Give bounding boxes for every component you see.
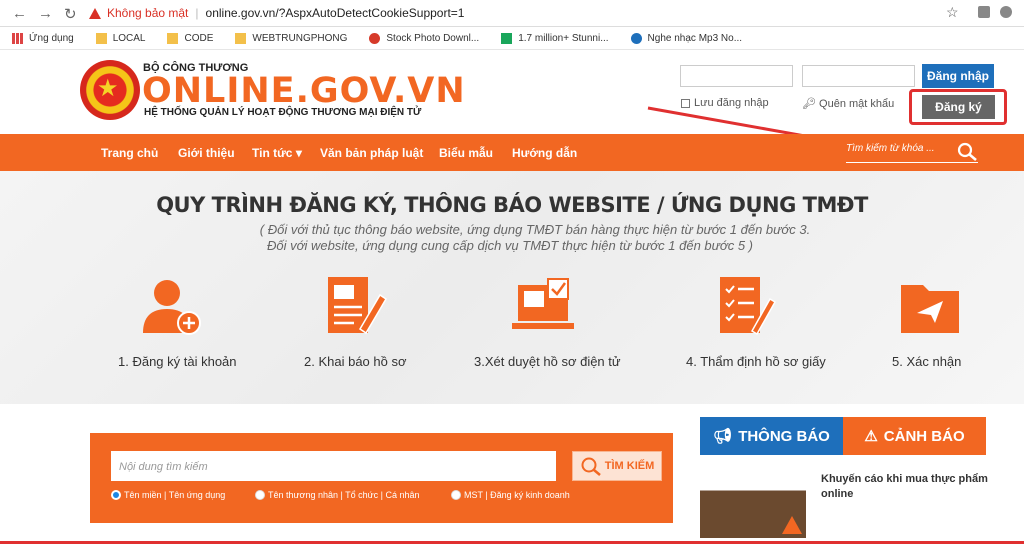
nav-item-home[interactable]: Trang chủ: [101, 146, 158, 160]
tab-notice[interactable]: 📢︎ THÔNG BÁO: [700, 417, 843, 455]
caret-down-icon: ▾: [292, 146, 302, 160]
apps-grid-icon: [12, 32, 23, 44]
warning-icon: ⚠: [864, 428, 878, 445]
step-5-label: 5. Xác nhận: [892, 354, 962, 369]
nav-item-about[interactable]: Giới thiệu: [178, 146, 235, 160]
search-option-domain[interactable]: Tên miền | Tên ứng dụng: [111, 490, 225, 500]
radio-selected[interactable]: [111, 490, 121, 500]
site-header: ★ BỘ CÔNG THƯƠNG ONLINE.GOV.VN HỆ THỐNG …: [0, 50, 1024, 156]
bookmark-item[interactable]: Nghe nhạc Mp3 No...: [630, 32, 742, 44]
step-3-label: 3.Xét duyệt hồ sơ điện tử: [474, 354, 621, 369]
login-button[interactable]: Đăng nhập: [922, 64, 994, 88]
news-thumbnail[interactable]: [700, 470, 806, 538]
nav-item-forms[interactable]: Biểu mẫu: [439, 146, 493, 160]
step-4-label: 4. Thẩm định hồ sơ giấy: [686, 354, 826, 369]
bookmark-item[interactable]: WEBTRUNGPHONG: [235, 32, 347, 44]
music-favicon-icon: [630, 32, 642, 44]
search-button[interactable]: TÌM KIẾM: [572, 451, 662, 481]
back-arrow-icon[interactable]: ←: [12, 5, 27, 22]
step-2-label: 2. Khai báo hồ sơ: [304, 354, 407, 369]
px-favicon-icon: [501, 32, 513, 44]
search-icon: [581, 457, 601, 476]
reload-icon[interactable]: ↻: [64, 5, 77, 23]
nav-item-news[interactable]: Tin tức ▾: [252, 146, 302, 160]
folder-icon: [167, 32, 179, 44]
tab-warning[interactable]: ⚠ CẢNH BÁO: [843, 417, 986, 455]
main-navbar: Trang chủ Giới thiệu Tin tức ▾ Văn bản p…: [0, 134, 1024, 171]
process-title: QUY TRÌNH ĐĂNG KÝ, THÔNG BÁO WEBSITE / Ứ…: [156, 193, 868, 217]
user-add-icon: [143, 280, 201, 335]
url-text: online.gov.vn/?AspxAutoDetectCookieSuppo…: [205, 6, 465, 20]
search-icon[interactable]: [957, 142, 979, 162]
password-input[interactable]: [802, 65, 915, 87]
annotation-highlight-box: [909, 89, 1007, 125]
laptop-check-icon: [512, 278, 574, 329]
bookmark-item[interactable]: Stock Photo Downl...: [369, 32, 479, 44]
search-option-trader[interactable]: Tên thương nhân | Tổ chức | Cá nhân: [255, 490, 420, 500]
process-note-line1: ( Đối với thủ tục thông báo website, ứng…: [259, 222, 811, 237]
search-input[interactable]: Nội dung tìm kiếm: [111, 451, 556, 481]
process-note-line2: Đối với website, ứng dụng cung cấp dịch …: [266, 238, 754, 253]
username-input[interactable]: [680, 65, 793, 87]
bookmark-star-icon[interactable]: ☆: [946, 4, 959, 21]
step-1[interactable]: [95, 271, 245, 341]
bookmark-item[interactable]: CODE: [167, 32, 213, 44]
checklist-icon: [720, 277, 777, 336]
folder-icon: [95, 32, 107, 44]
search-option-taxcode[interactable]: MST | Đăng ký kinh doanh: [451, 490, 570, 500]
insecure-label: Không bảo mật: [107, 6, 189, 20]
star-icon: ★: [97, 75, 119, 102]
site-logo-text[interactable]: ONLINE.GOV.VN: [142, 71, 466, 111]
bookmarks-bar: Ứng dụng LOCAL CODE WEBTRUNGPHONG Stock …: [0, 27, 1024, 50]
radio-button[interactable]: [255, 490, 265, 500]
folder-icon: [235, 32, 247, 44]
process-section: QUY TRÌNH ĐĂNG KÝ, THÔNG BÁO WEBSITE / Ứ…: [0, 171, 1024, 404]
folder-send-icon: [901, 285, 959, 333]
forward-arrow-icon[interactable]: →: [38, 5, 53, 22]
browser-toolbar: ← → ↻ Không bảo mật | online.gov.vn/?Asp…: [0, 0, 1024, 27]
camera-extension-icon[interactable]: [978, 6, 990, 18]
step-3[interactable]: [468, 271, 618, 341]
step-5[interactable]: [855, 271, 1005, 341]
nav-item-guide[interactable]: Hướng dẫn: [512, 146, 577, 160]
warning-icon: [782, 516, 802, 534]
news-item-title[interactable]: Khuyến cáo khi mua thực phẩm online: [821, 472, 1001, 502]
site-subtitle: HỆ THỐNG QUẢN LÝ HOẠT ĐỘNG THƯƠNG MẠI ĐI…: [144, 107, 422, 118]
step-1-label: 1. Đăng ký tài khoản: [118, 354, 237, 369]
annotation-underline: [0, 541, 1024, 544]
address-bar[interactable]: Không bảo mật | online.gov.vn/?AspxAutoD…: [89, 3, 969, 23]
extension-icon[interactable]: [1000, 6, 1012, 18]
bookmark-item[interactable]: LOCAL: [95, 32, 145, 44]
step-4[interactable]: [668, 271, 818, 341]
megaphone-icon: 📢︎: [713, 428, 733, 445]
tomato-favicon-icon: [369, 32, 381, 44]
radio-button[interactable]: [451, 490, 461, 500]
warning-icon: [89, 7, 101, 19]
nav-item-legal[interactable]: Văn bản pháp luật: [320, 146, 423, 160]
bookmark-item[interactable]: 1.7 million+ Stunni...: [501, 32, 609, 44]
document-edit-icon: [328, 277, 388, 335]
bookmark-item[interactable]: Ứng dụng: [12, 32, 74, 44]
step-2[interactable]: [278, 271, 428, 341]
